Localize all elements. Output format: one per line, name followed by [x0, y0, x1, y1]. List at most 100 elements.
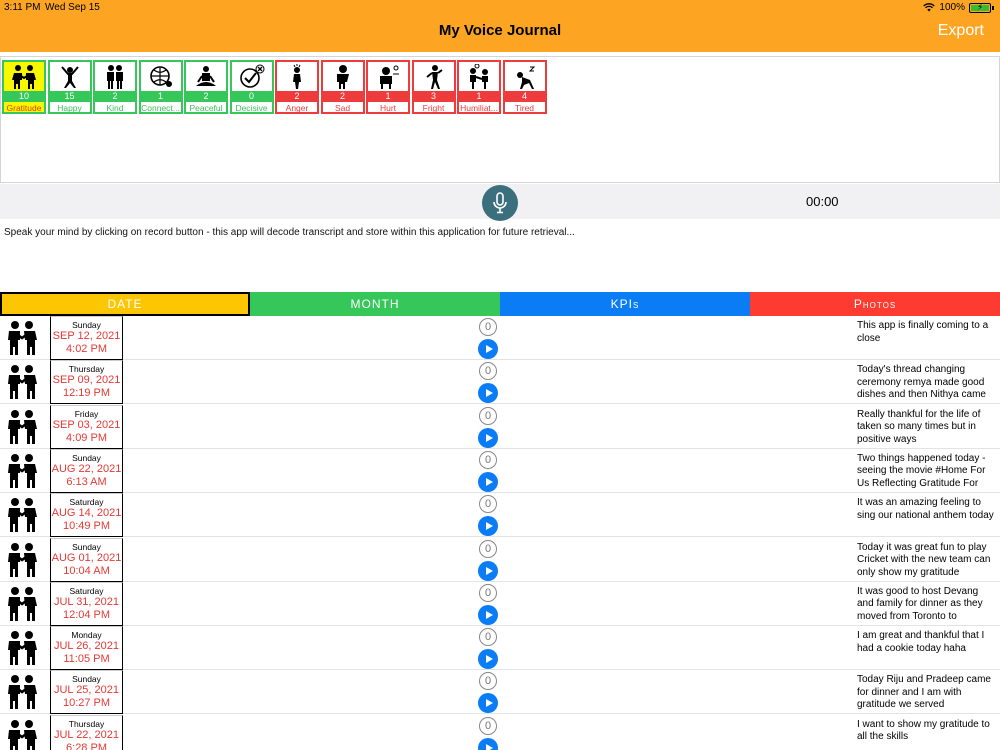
photo-count-badge: 0 — [479, 318, 497, 336]
entry-transcript: Today Riju and Pradeep came for dinner a… — [857, 674, 991, 711]
table-row[interactable]: Sunday SEP 12, 2021 4:02 PM 0 This app is fi… — [0, 316, 1000, 360]
mood-count: 15 — [49, 91, 90, 102]
table-row[interactable]: Thursday JUL 22, 2021 6:28 PM 0 I want to sh… — [0, 714, 1000, 750]
mood-tile-tired[interactable]: 4 Tired — [502, 60, 547, 114]
mood-label: Humiliat... — [460, 103, 498, 113]
entry-transcript: I am great and thankful that I had a coo… — [857, 630, 985, 654]
entries-list[interactable]: Sunday SEP 12, 2021 4:02 PM 0 This app is fi… — [0, 316, 1000, 750]
record-timer: 00:00 — [806, 194, 839, 209]
entry-transcript: It was good to host Devang and family fo… — [857, 585, 983, 622]
mood-label: Kind — [106, 103, 124, 113]
connected-icon — [141, 63, 181, 91]
mood-tile-kind[interactable]: 2 Kind — [93, 60, 137, 114]
table-row[interactable]: Saturday AUG 14, 2021 10:49 PM 0 It was an a… — [0, 493, 1000, 538]
status-time: 3:11 PM — [4, 2, 41, 13]
photo-count-badge: 0 — [479, 362, 497, 381]
mood-count: 0 — [231, 91, 272, 102]
photo-count-badge: 0 — [479, 672, 497, 691]
table-row[interactable]: Monday JUL 26, 2021 11:05 PM 0 I am great an… — [0, 626, 1000, 671]
sad-icon — [323, 63, 363, 91]
battery-percent: 100% — [939, 2, 965, 13]
entry-transcript: I want to show my gratitude to all the s… — [857, 718, 990, 743]
mood-label: Tired — [514, 103, 535, 113]
microphone-icon — [493, 192, 507, 214]
play-button[interactable] — [478, 560, 498, 581]
entry-day: Sunday — [72, 674, 101, 685]
mood-tile-peaceful[interactable]: 2 Peaceful — [184, 60, 228, 114]
entry-day: Saturday — [69, 497, 104, 508]
tab-bar: DATE MONTH KPIs Photos — [0, 292, 1000, 316]
play-button[interactable] — [478, 339, 498, 359]
record-button[interactable] — [482, 185, 518, 221]
mood-tile-gratitude[interactable]: 10 Gratitude — [2, 60, 46, 114]
play-button[interactable] — [478, 427, 498, 448]
mood-label: Connect... — [141, 103, 180, 113]
mood-tile-hurt[interactable]: 1 Hurt — [366, 60, 410, 114]
date-cell: Saturday AUG 14, 2021 10:49 PM — [50, 493, 123, 538]
mood-tile-anger[interactable]: 2 Anger — [275, 60, 319, 114]
table-row[interactable]: Sunday AUG 22, 2021 6:13 AM 0 Two things hap… — [0, 448, 1000, 493]
entry-time: 4:09 PM — [66, 431, 107, 444]
table-row[interactable]: Saturday JUL 31, 2021 12:04 PM 0 It was good… — [0, 581, 1000, 626]
mood-label: Peaceful — [189, 103, 223, 113]
entry-time: 10:27 PM — [62, 697, 111, 710]
mood-count: 1 — [459, 91, 499, 102]
humiliated-icon — [459, 63, 499, 91]
tab-photos[interactable]: Photos — [750, 292, 1000, 316]
play-button[interactable] — [478, 383, 498, 404]
date-cell: Sunday AUG 22, 2021 6:13 AM — [50, 448, 123, 493]
mood-tile-decisive[interactable]: 0 Decisive — [229, 60, 274, 114]
entry-time: 6:13 AM — [66, 475, 107, 488]
play-button[interactable] — [478, 604, 498, 625]
table-row[interactable]: Sunday AUG 01, 2021 10:04 AM 0 Today it was … — [0, 537, 1000, 582]
entry-time: 6:28 PM — [66, 741, 107, 750]
hurt-icon — [368, 63, 408, 91]
entry-day: Saturday — [69, 585, 104, 596]
tab-date[interactable]: DATE — [0, 292, 250, 316]
date-cell: Sunday JUL 25, 2021 10:27 PM — [50, 670, 123, 715]
tab-month[interactable]: MONTH — [250, 292, 500, 316]
kind-icon — [95, 63, 135, 91]
play-button[interactable] — [478, 693, 498, 714]
entry-transcript: Two things happened today - seeing the m… — [857, 452, 986, 489]
tab-kpis[interactable]: KPIs — [500, 292, 750, 316]
mood-count: 1 — [368, 91, 408, 102]
play-button[interactable] — [478, 516, 498, 537]
table-row[interactable]: Friday SEP 03, 2021 4:09 PM 0 Really thankfu… — [0, 404, 1000, 449]
entry-date: SEP 03, 2021 — [52, 418, 121, 431]
entry-day: Thursday — [68, 718, 105, 729]
play-button[interactable] — [478, 737, 498, 750]
battery-tip — [992, 5, 994, 10]
entry-transcript: Today's thread changing ceremony remya m… — [857, 364, 986, 401]
mood-tile-humiliated[interactable]: 1 Humiliat... — [457, 60, 501, 114]
entry-date: SEP 12, 2021 — [52, 330, 121, 342]
gratitude-icon — [6, 409, 38, 445]
top-bar: 3:11 PM Wed Sep 15 100% ⚡ My Voice Journ… — [0, 0, 1000, 52]
entry-transcript: Today it was great fun to play Cricket w… — [857, 541, 991, 578]
entry-transcript: Really thankful for the life of taken so… — [857, 408, 981, 445]
table-row[interactable]: Thursday SEP 09, 2021 12:19 PM 0 Today's thr… — [0, 360, 1000, 405]
entry-day: Friday — [74, 408, 99, 419]
play-button[interactable] — [478, 471, 498, 492]
mood-tile-fright[interactable]: 3 Fright — [411, 60, 456, 114]
mood-tile-sad[interactable]: 2 Sad — [320, 60, 365, 114]
mood-tile-happy[interactable]: 15 Happy — [47, 60, 92, 114]
gratitude-icon — [6, 320, 38, 356]
entry-date: JUL 25, 2021 — [53, 684, 120, 697]
mood-tile-connected[interactable]: 1 Connect... — [138, 60, 183, 114]
entry-day: Monday — [71, 630, 102, 641]
table-row[interactable]: Sunday JUL 25, 2021 10:27 PM 0 Today Riju an… — [0, 670, 1000, 715]
play-button[interactable] — [478, 649, 498, 670]
mood-label: Happy — [57, 103, 82, 113]
entry-time: 10:04 AM — [63, 564, 110, 577]
photo-count-badge: 0 — [479, 716, 497, 735]
gratitude-icon — [4, 63, 44, 91]
entry-date: SEP 09, 2021 — [52, 374, 121, 387]
date-cell: Thursday SEP 09, 2021 12:19 PM — [50, 360, 123, 405]
photo-count-badge: 0 — [479, 450, 497, 469]
mood-label: Gratitude — [6, 103, 42, 113]
photo-count-badge: 0 — [479, 539, 497, 558]
entry-time: 12:19 PM — [62, 387, 111, 400]
date-cell: Monday JUL 26, 2021 11:05 PM — [50, 626, 123, 671]
export-button[interactable]: Export — [938, 22, 984, 40]
